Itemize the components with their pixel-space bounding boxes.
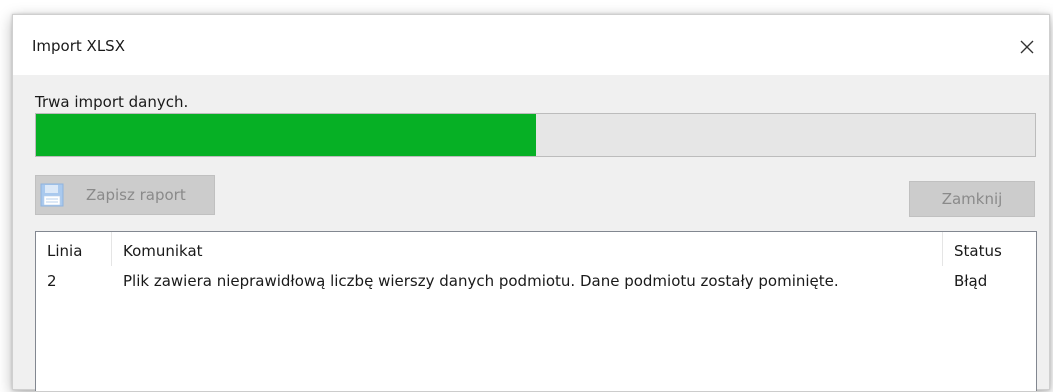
- close-icon: [1020, 40, 1034, 54]
- save-report-label: Zapisz raport: [86, 186, 186, 204]
- import-log-table: Linia Komunikat Status 2 Plik zawiera ni…: [35, 231, 1037, 391]
- import-status-text: Trwa import danych.: [35, 93, 189, 111]
- import-progress-bar: [35, 113, 1036, 157]
- save-report-button[interactable]: Zapisz raport: [35, 175, 215, 215]
- table-header: Linia Komunikat Status: [36, 232, 1036, 266]
- column-header-linia[interactable]: Linia: [36, 232, 111, 266]
- import-dialog: Import XLSX Trwa import danych. Zapisz r…: [12, 14, 1050, 391]
- window-close-button[interactable]: [1005, 29, 1049, 65]
- row-status-cell: Błąd: [954, 272, 988, 290]
- dialog-title: Import XLSX: [32, 37, 125, 55]
- floppy-disk-icon: [40, 183, 64, 207]
- column-header-status[interactable]: Status: [943, 232, 1038, 266]
- row-line-cell: 2: [47, 272, 57, 290]
- progress-fill: [36, 114, 536, 156]
- row-message-cell: Plik zawiera nieprawidłową liczbę wiersz…: [123, 272, 839, 290]
- table-row[interactable]: 2 Plik zawiera nieprawidłową liczbę wier…: [36, 268, 1036, 294]
- title-bar: Import XLSX: [13, 15, 1049, 75]
- column-header-komunikat[interactable]: Komunikat: [112, 232, 942, 266]
- close-button[interactable]: Zamknij: [909, 181, 1035, 217]
